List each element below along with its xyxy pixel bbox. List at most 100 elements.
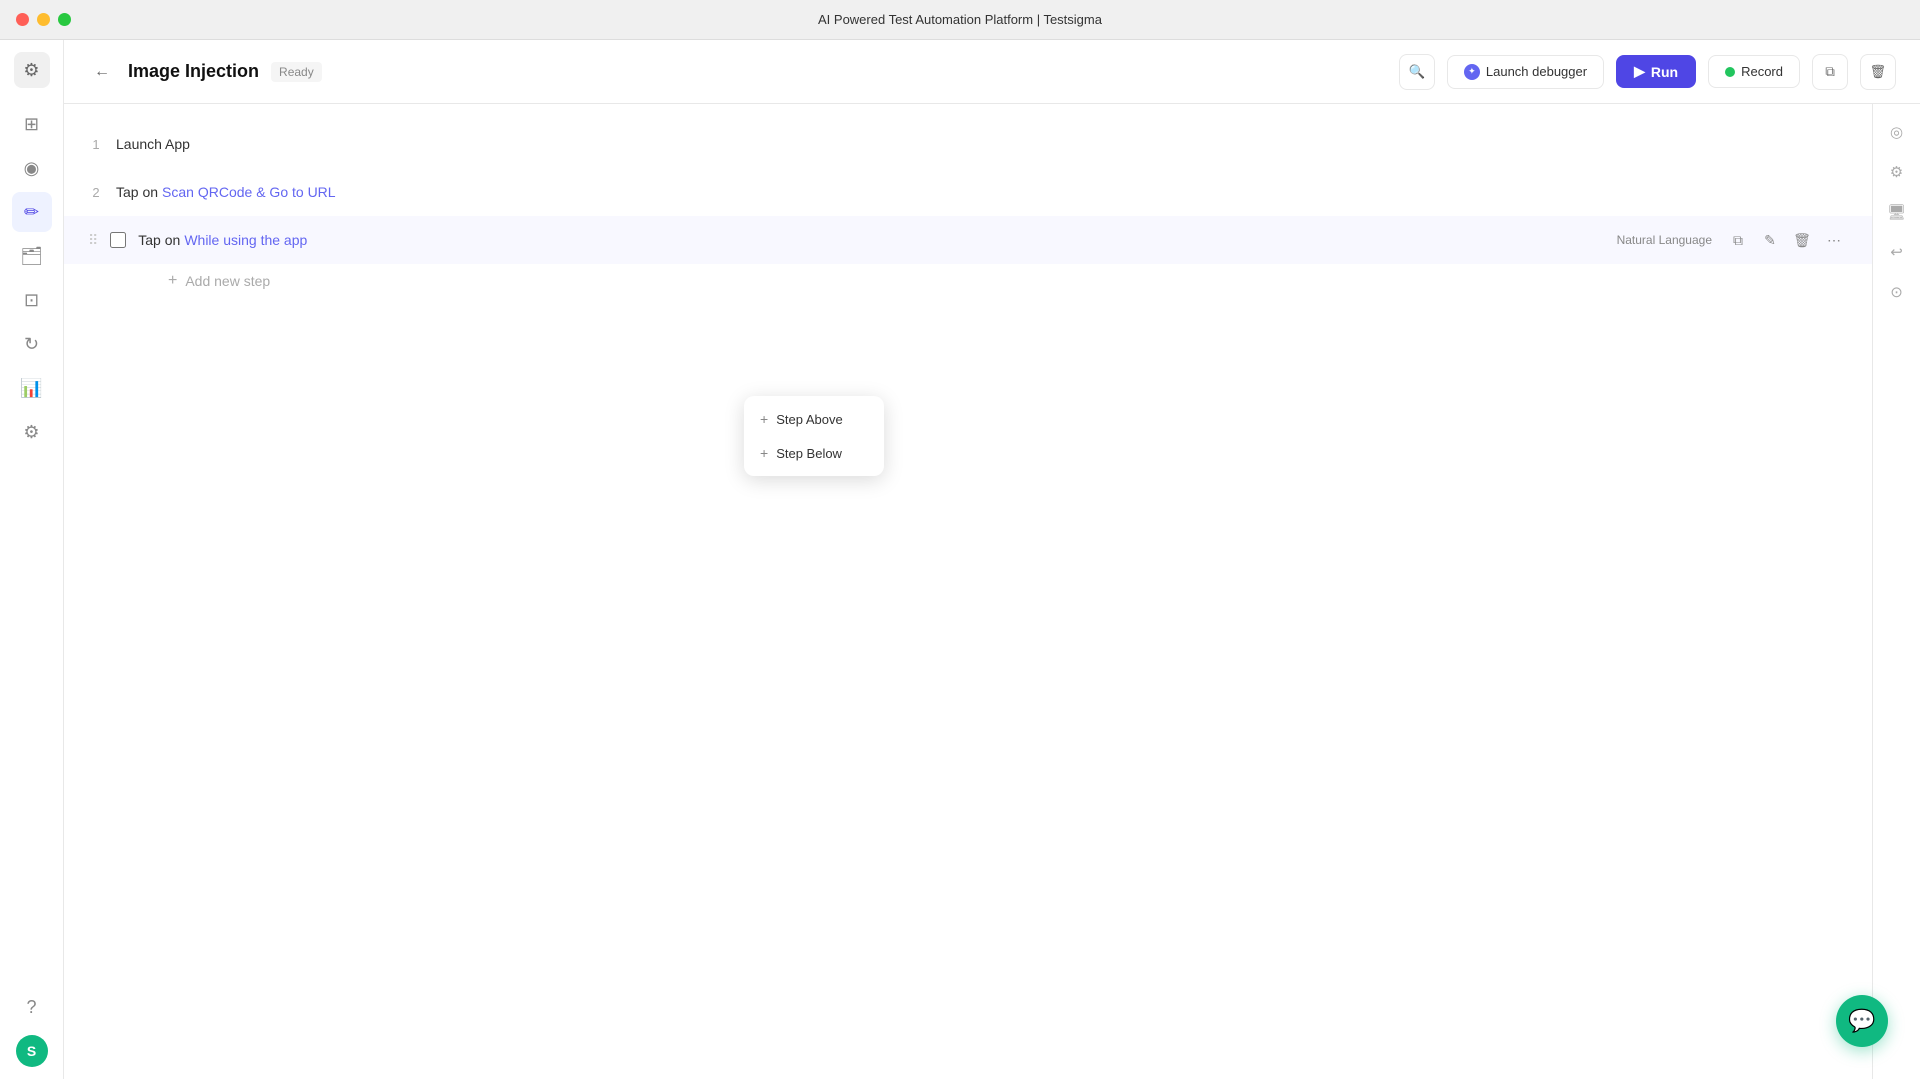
step-number-2: 2 [88,185,104,200]
trash-icon: 🗑 [1870,64,1887,80]
sidebar-item-monitor[interactable]: ◉ [12,148,52,188]
plus-icon: + [760,411,768,427]
right-panel-icon-5[interactable]: ⊙ [1881,276,1913,308]
undo-icon: ↩ [1890,243,1903,261]
step-2-content: Tap on Scan QRCode & Go to URL [116,184,1848,200]
step-3-action: Tap on [138,232,180,248]
copy-icon: ⧉ [1733,232,1743,249]
step-3-actions: Natural Language ⧉ ✎ 🗑 ⋯ [1617,226,1848,254]
sidebar-bottom: ? S [12,987,52,1067]
logo-icon: ⚙ [23,60,39,81]
back-icon: ← [94,63,110,81]
search-button[interactable]: 🔍 [1399,54,1435,90]
folder-icon: 🗂 [20,246,43,267]
right-panel-icon-2[interactable]: ⚙ [1881,156,1913,188]
add-new-step[interactable]: + Add new step [144,264,1872,298]
step-3-content: Tap on While using the app [138,232,1604,248]
gear-icon: ⚙ [1890,163,1903,181]
sidebar-item-apps[interactable]: ⊡ [12,280,52,320]
step-1-content: Launch App [116,136,1848,152]
record-dot-icon [1725,67,1735,77]
close-button[interactable] [16,13,29,26]
eye-icon: ◎ [1890,123,1903,141]
add-step-label: Add new step [185,273,270,289]
main-content: ← Image Injection Ready 🔍 ✦ Launch debug… [64,40,1920,1079]
avatar[interactable]: S [16,1035,48,1067]
step-above-menu-item[interactable]: + Step Above [744,402,884,436]
maximize-button[interactable] [58,13,71,26]
sidebar-item-integrations[interactable]: ↻ [12,324,52,364]
step-2-action: Tap on [116,184,158,200]
run-label: Run [1651,64,1678,80]
right-panel-icon-3[interactable]: 🖥 [1881,196,1913,228]
debug-icon: ✦ [1464,64,1480,80]
delete-button[interactable]: 🗑 [1860,54,1896,90]
run-button[interactable]: ▶ Run [1616,55,1696,88]
right-panel-icon-4[interactable]: ↩ [1881,236,1913,268]
copy-button[interactable]: ⧉ [1812,54,1848,90]
title-bar: AI Powered Test Automation Platform | Te… [0,0,1920,40]
step-3-target: While using the app [184,232,307,248]
drag-handle[interactable]: ⠿ [88,232,98,249]
chat-icon: 💬 [1848,1008,1875,1034]
context-menu: + Step Above + Step Below [744,396,884,476]
sidebar-item-edit[interactable]: ✏ [12,192,52,232]
add-step-plus-icon: + [168,272,177,290]
help-button[interactable]: ? [12,987,52,1027]
content-area: 1 Launch App 2 Tap on Scan QRCode & Go t… [64,104,1920,1079]
status-badge: Ready [271,62,322,82]
step-below-label: Step Below [776,446,842,461]
step-2-target: Scan QRCode & Go to URL [162,184,336,200]
step-edit-button[interactable]: ✎ [1756,226,1784,254]
help-icon: ? [26,997,36,1018]
integrations-icon: ↻ [24,334,39,355]
left-sidebar: ⚙ ⊞ ◉ ✏ 🗂 ⊡ ↻ 📊 ⚙ ? S [0,40,64,1079]
launch-debugger-label: Launch debugger [1486,64,1587,79]
sidebar-item-grid[interactable]: ⊞ [12,104,52,144]
step-1-action: Launch App [116,136,190,152]
steps-container: 1 Launch App 2 Tap on Scan QRCode & Go t… [64,104,1872,1079]
launch-debugger-button[interactable]: ✦ Launch debugger [1447,55,1604,89]
step-more-button[interactable]: ⋯ [1820,226,1848,254]
sidebar-item-settings[interactable]: ⚙ [12,412,52,452]
run-icon: ▶ [1634,63,1645,80]
step-row: 1 Launch App [64,120,1872,168]
step-row-active: ⠿ Tap on While using the app Natural Lan… [64,216,1872,264]
app-layout: ⚙ ⊞ ◉ ✏ 🗂 ⊡ ↻ 📊 ⚙ ? S [0,40,1920,1079]
step-below-menu-item[interactable]: + Step Below [744,436,884,470]
monitor-icon: ◉ [24,158,40,179]
chart-icon: 📊 [20,378,42,399]
monitor-icon: 🖥 [1887,203,1906,221]
trash-icon: 🗑 [1793,232,1811,249]
right-panel: ◎ ⚙ 🖥 ↩ ⊙ [1872,104,1920,1079]
sidebar-item-folders[interactable]: 🗂 [12,236,52,276]
pencil-icon: ✏ [24,202,39,223]
record-button[interactable]: Record [1708,55,1800,88]
settings-icon: ⚙ [23,422,39,443]
grid-icon: ⊞ [24,114,39,135]
back-button[interactable]: ← [88,58,116,86]
step-above-label: Step Above [776,412,843,427]
step-checkbox[interactable] [110,232,126,248]
traffic-lights [16,13,71,26]
record-label: Record [1741,64,1783,79]
edit-icon: ✎ [1764,232,1776,249]
logo: ⚙ [14,52,50,88]
more-icon: ⋯ [1827,232,1841,249]
page-title: Image Injection [128,61,259,82]
step-copy-button[interactable]: ⧉ [1724,226,1752,254]
step-delete-button[interactable]: 🗑 [1788,226,1816,254]
sidebar-item-reports[interactable]: 📊 [12,368,52,408]
step-row: 2 Tap on Scan QRCode & Go to URL [64,168,1872,216]
top-header: ← Image Injection Ready 🔍 ✦ Launch debug… [64,40,1920,104]
apps-icon: ⊡ [24,290,39,311]
view-icon: ⊙ [1890,283,1903,301]
window-title: AI Powered Test Automation Platform | Te… [818,12,1102,27]
plus-icon: + [760,445,768,461]
step-number-1: 1 [88,137,104,152]
minimize-button[interactable] [37,13,50,26]
search-icon: 🔍 [1409,64,1426,80]
chat-fab-button[interactable]: 💬 [1836,995,1888,1047]
right-panel-icon-1[interactable]: ◎ [1881,116,1913,148]
step-action-label: Natural Language [1617,233,1712,247]
